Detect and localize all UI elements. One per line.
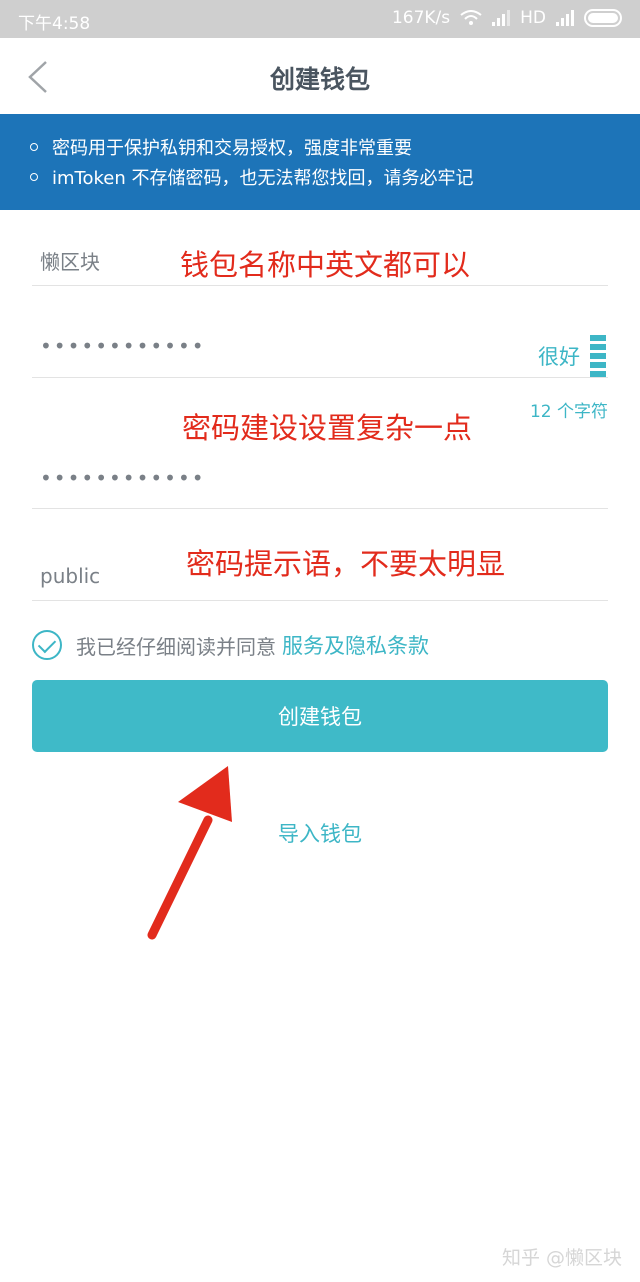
terms-link[interactable]: 服务及隐私条款 (282, 630, 429, 660)
create-wallet-button[interactable]: 创建钱包 (32, 680, 608, 752)
network-speed: 167K/s (391, 8, 451, 28)
strength-label: 很好 (538, 345, 580, 369)
page-title: 创建钱包 (269, 65, 370, 94)
nav-bar: 创建钱包 (0, 38, 640, 114)
status-icons: 167K/s HD (392, 8, 622, 28)
wallet-name-value: 懒区块 (40, 250, 100, 274)
signal-icon (492, 10, 511, 26)
status-bar: 下午4:58 167K/s HD (0, 0, 640, 38)
notice-text: 密码用于保护私钥和交易授权，强度非常重要 (52, 138, 412, 159)
watermark: 知乎 @懒区块 (501, 1247, 622, 1269)
status-time: 下午4:58 (18, 14, 91, 34)
import-wallet-link[interactable]: 导入钱包 (0, 818, 640, 848)
bullet-icon (30, 143, 38, 151)
notice-line: 密码用于保护私钥和交易授权，强度非常重要 (30, 132, 640, 162)
notice-banner: 密码用于保护私钥和交易授权，强度非常重要 imToken 不存储密码，也无法帮您… (0, 114, 640, 210)
hint-value: public (40, 564, 101, 588)
password-value: •••••••••••• (40, 334, 206, 358)
notice-text: imToken 不存储密码，也无法帮您找回，请务必牢记 (52, 168, 474, 189)
annotation-password: 密码建设设置复杂一点 (182, 405, 473, 447)
annotation-name: 钱包名称中英文都可以 (180, 242, 471, 284)
agreement-row: 我已经仔细阅读并同意 服务及隐私条款 (32, 630, 429, 660)
agreement-text: 我已经仔细阅读并同意 (76, 634, 276, 659)
signal-icon-2 (556, 10, 574, 26)
network-type: HD (520, 8, 546, 28)
annotation-hint: 密码提示语，不要太明显 (186, 541, 506, 583)
wifi-icon (460, 10, 482, 25)
password-strength: 很好 (538, 335, 606, 377)
confirm-password-value: •••••••••••• (40, 466, 206, 490)
confirm-password-field[interactable]: •••••••••••• (32, 450, 608, 509)
battery-icon (584, 9, 622, 27)
checkbox-checked-icon[interactable] (32, 630, 62, 660)
notice-line: imToken 不存储密码，也无法帮您找回，请务必牢记 (30, 162, 640, 192)
bullet-icon (30, 173, 38, 181)
char-count: 12 个字符 (529, 402, 608, 422)
import-wallet-label[interactable]: 导入钱包 (278, 822, 362, 846)
strength-meter-icon (590, 335, 606, 377)
password-field[interactable]: •••••••••••• (32, 320, 608, 378)
annotation-arrow-icon (147, 766, 232, 940)
